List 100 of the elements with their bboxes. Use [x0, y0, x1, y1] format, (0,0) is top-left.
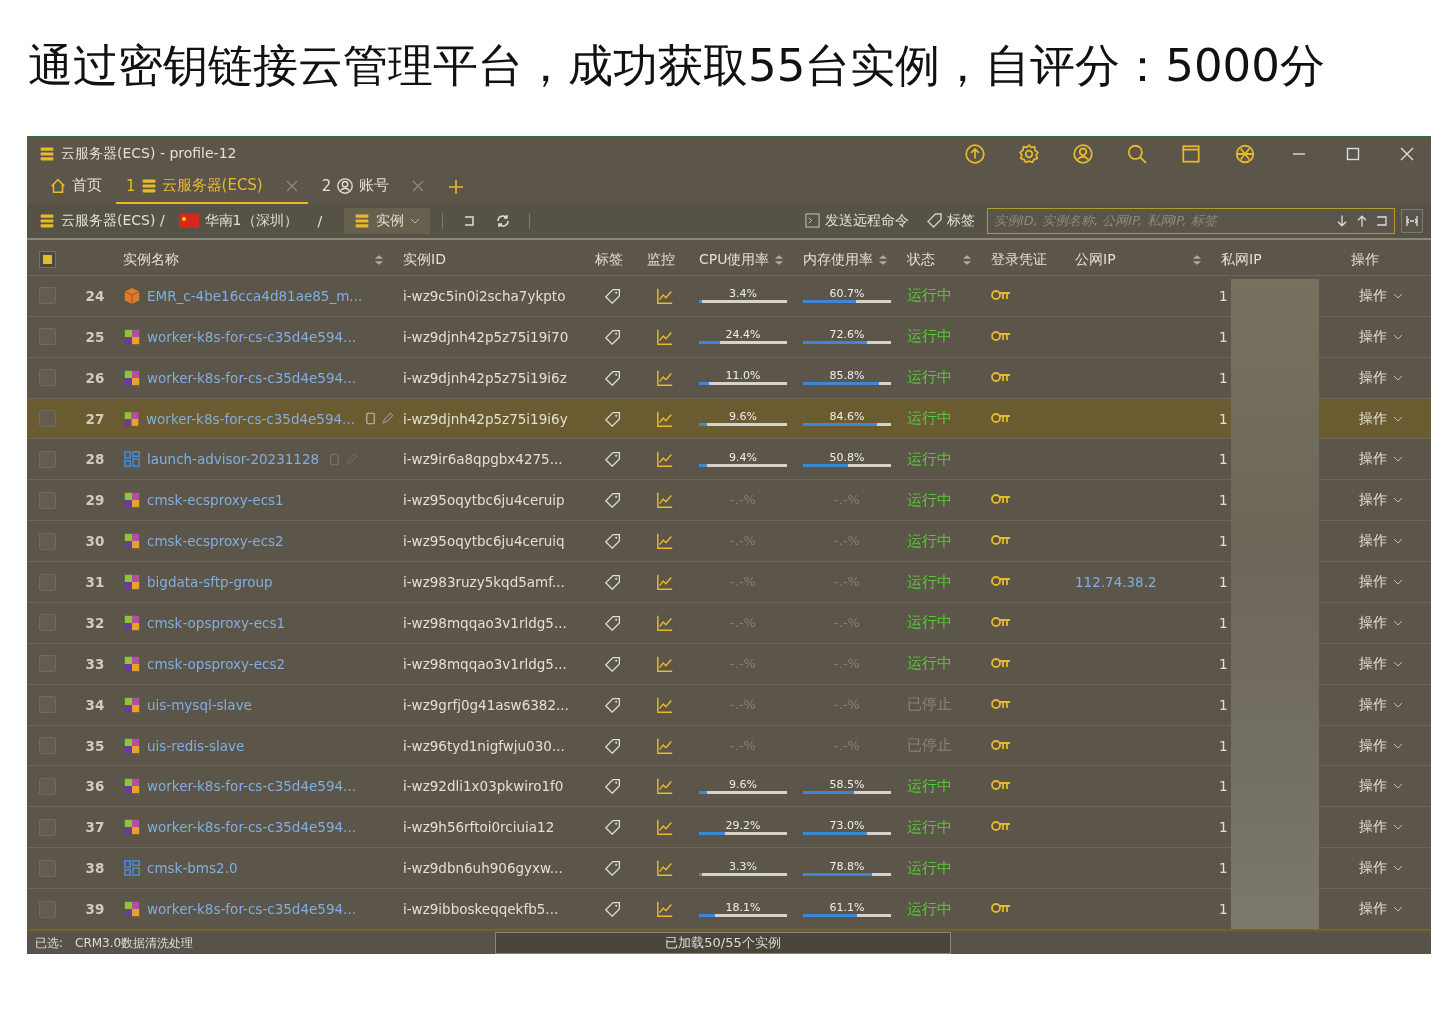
tab[interactable]: 首页	[39, 170, 112, 204]
breadcrumb-link[interactable]: 华南1（深圳）	[174, 211, 302, 230]
column-header[interactable]: 实例名称	[115, 250, 179, 269]
instance-name-link[interactable]: worker-k8s-for-cs-c35d4e594...	[147, 328, 356, 345]
usage-value: 72.6%	[829, 329, 865, 342]
instance-name-link[interactable]: EMR_c-4be16cca4d81ae85_m...	[147, 287, 363, 304]
line-chart-icon	[656, 654, 674, 673]
app-icon	[39, 145, 55, 162]
instance-name-link[interactable]: cmsk-opsproxy-ecs1	[147, 614, 286, 631]
line-chart-icon	[656, 818, 674, 837]
window-title: 云服务器(ECS) - profile-12	[61, 144, 238, 163]
column-header[interactable]: 标签	[587, 250, 623, 269]
actions-dropdown[interactable]: 操作	[1343, 859, 1431, 878]
actions-dropdown[interactable]: 操作	[1343, 409, 1431, 428]
usage-value: -.-%	[730, 576, 756, 589]
column-header[interactable]: 实例ID	[395, 250, 446, 269]
instance-name-link[interactable]: launch-advisor-20231128	[147, 451, 320, 468]
instance-name-link[interactable]: worker-k8s-for-cs-c35d4e594...	[146, 410, 355, 427]
actions-dropdown[interactable]: 操作	[1343, 368, 1431, 387]
resource-dropdown[interactable]: 实例	[344, 207, 431, 234]
puzzle-icon	[123, 532, 141, 551]
instance-name-link[interactable]: cmsk-ecsproxy-ecs1	[147, 492, 284, 509]
remote-command-button[interactable]: 发送远程命令	[799, 211, 915, 230]
actions-dropdown[interactable]: 操作	[1343, 613, 1431, 632]
column-header[interactable]: 操作	[1343, 250, 1379, 269]
row-number: 37	[84, 819, 106, 836]
tag-icon	[605, 410, 621, 427]
private-ip: 1	[1218, 819, 1229, 836]
private-ip: 1	[1218, 737, 1229, 754]
actions-dropdown[interactable]: 操作	[1343, 286, 1431, 305]
column-header[interactable]: CPU使用率	[691, 250, 770, 269]
line-chart-icon	[656, 368, 674, 387]
server-icon	[354, 212, 371, 229]
actions-dropdown[interactable]: 操作	[1343, 818, 1431, 837]
grid-icon	[123, 450, 141, 469]
user-icon	[336, 176, 355, 195]
tag-icon	[605, 819, 621, 836]
tags-button[interactable]: 标签	[921, 211, 981, 230]
select-all-checkbox[interactable]	[39, 251, 56, 269]
usage-value: -.-%	[834, 698, 860, 711]
actions-dropdown[interactable]: 操作	[1343, 327, 1431, 346]
column-header[interactable]: 监控	[639, 250, 675, 269]
usage-value: -.-%	[730, 698, 756, 711]
row-number: 33	[84, 655, 106, 672]
instance-id: i-wz9dbn6uh906gyxw...	[402, 860, 564, 877]
puzzle-icon	[123, 573, 141, 592]
breadcrumb-link[interactable]: 云服务器(ECS) /	[35, 211, 169, 230]
instance-name-link[interactable]: worker-k8s-for-cs-c35d4e594...	[147, 901, 356, 918]
instance-name-link[interactable]: uis-redis-slave	[147, 737, 245, 754]
instance-id: i-wz98mqqao3v1rldg5...	[402, 614, 568, 631]
instance-id: i-wz9djnh42p5z75i19i6y	[402, 410, 569, 427]
column-header[interactable]: 状态	[899, 250, 935, 269]
home-icon	[49, 176, 67, 195]
actions-dropdown[interactable]: 操作	[1343, 491, 1431, 510]
puzzle-icon	[123, 613, 141, 632]
instance-name-link[interactable]: cmsk-opsproxy-ecs2	[147, 655, 286, 672]
actions-dropdown[interactable]: 操作	[1343, 450, 1431, 469]
row-checkbox[interactable]	[39, 410, 56, 428]
sort-icon[interactable]	[877, 253, 889, 266]
actions-dropdown[interactable]: 操作	[1343, 736, 1431, 755]
sort-icon[interactable]	[373, 253, 385, 266]
toggle-button[interactable]	[1401, 208, 1423, 233]
instance-id: i-wz9ibboskeqqekfb5...	[402, 901, 560, 918]
sort-icon[interactable]	[773, 253, 785, 266]
tag-icon	[605, 533, 621, 550]
column-header[interactable]: 内存使用率	[795, 250, 873, 269]
close-icon[interactable]	[285, 179, 298, 192]
instance-id: i-wz95oqytbc6ju4ceruip	[402, 492, 566, 509]
puzzle-icon	[123, 736, 141, 755]
close-icon[interactable]	[412, 179, 425, 192]
tab[interactable]: 2 账号	[311, 170, 435, 204]
server-icon	[39, 212, 55, 229]
line-chart-icon	[656, 327, 674, 346]
actions-dropdown[interactable]: 操作	[1343, 695, 1431, 714]
actions-dropdown[interactable]: 操作	[1343, 573, 1431, 592]
sort-icon[interactable]	[1191, 253, 1203, 266]
instance-name-link[interactable]: cmsk-bms2.0	[147, 860, 238, 877]
private-ip: 1	[1218, 287, 1229, 304]
actions-dropdown[interactable]: 操作	[1343, 654, 1431, 673]
actions-dropdown[interactable]: 操作	[1343, 777, 1431, 796]
instance-name-link[interactable]: worker-k8s-for-cs-c35d4e594...	[147, 819, 356, 836]
puzzle-icon	[123, 368, 141, 387]
column-header[interactable]: 私网IP	[1213, 250, 1262, 269]
instance-name-link[interactable]: uis-mysql-slave	[147, 696, 252, 713]
close-icon	[1400, 146, 1414, 161]
actions-dropdown[interactable]: 操作	[1343, 900, 1431, 919]
instance-name-link[interactable]: worker-k8s-for-cs-c35d4e594...	[147, 778, 356, 795]
private-ip: 1	[1218, 696, 1229, 713]
column-header[interactable]: 登录凭证	[983, 250, 1047, 269]
grid-icon	[123, 859, 141, 878]
sort-icon[interactable]	[961, 253, 973, 266]
column-header[interactable]: 公网IP	[1067, 250, 1116, 269]
instance-name-link[interactable]: cmsk-ecsproxy-ecs2	[147, 533, 284, 550]
instance-id: i-wz983ruzy5kqd5amf...	[402, 574, 566, 591]
instance-name-link[interactable]: bigdata-sftp-group	[147, 574, 273, 591]
actions-dropdown[interactable]: 操作	[1343, 532, 1431, 551]
usage-value: -.-%	[730, 535, 756, 548]
usage-value: -.-%	[834, 494, 860, 507]
status-text: 运行中	[906, 531, 953, 551]
instance-name-link[interactable]: worker-k8s-for-cs-c35d4e594...	[147, 369, 356, 386]
